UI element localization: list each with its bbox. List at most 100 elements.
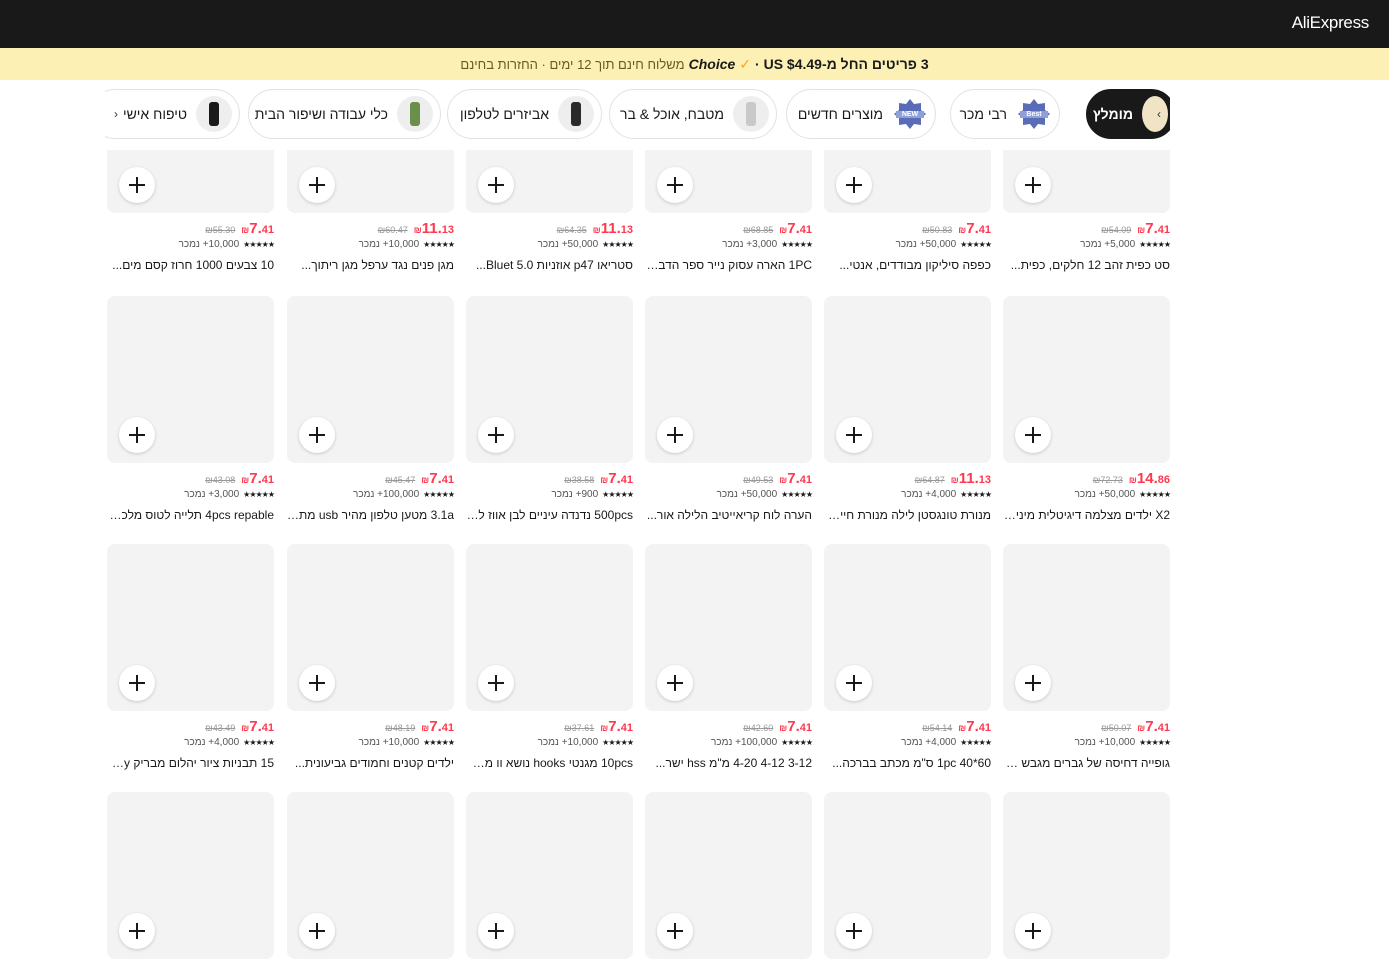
add-to-cart-button[interactable] xyxy=(836,665,872,701)
product-card[interactable]: ₪11.13 ₪64.35 ★★★★★ 50,000+ נמכר סטריאו p47 … xyxy=(466,150,634,272)
product-title[interactable]: כפפה סיליקון מבודדים, אנטי... xyxy=(824,258,991,272)
product-card[interactable]: ₪7.41 ₪49.53 ★★★★★ 50,000+ נמכר הערה לוח קרי… xyxy=(645,296,813,522)
add-to-cart-button[interactable] xyxy=(299,417,335,453)
product-title[interactable]: X2 ילדים מצלמה דיגיטלית מיני יכ... xyxy=(1003,508,1170,522)
add-to-cart-button[interactable] xyxy=(1015,665,1051,701)
product-image[interactable] xyxy=(1003,544,1170,711)
add-to-cart-button[interactable] xyxy=(657,665,693,701)
product-card[interactable]: ₪7.41 ₪38.58 ★★★★★ 900+ נמכר 500pcs נדנדה עי… xyxy=(466,296,634,522)
product-card[interactable]: ₪7.41 ₪54.14 ★★★★★ 4,000+ נמכר 1pc 40*60 ס"מ… xyxy=(824,544,992,770)
product-card[interactable] xyxy=(287,792,454,959)
add-to-cart-button[interactable] xyxy=(299,913,335,949)
add-to-cart-button[interactable] xyxy=(119,417,155,453)
product-image[interactable] xyxy=(645,150,812,213)
add-to-cart-button[interactable] xyxy=(836,417,872,453)
product-title[interactable]: 10pcs מגנטי hooks נושא וו מטען... xyxy=(466,756,633,770)
product-title[interactable]: סטריאו p47 אוזניות Bluet 5.0... xyxy=(466,258,633,272)
product-image[interactable] xyxy=(1003,150,1170,213)
product-image[interactable] xyxy=(287,792,454,959)
product-card[interactable]: ₪14.86 ₪72.73 ★★★★★ 50,000+ נמכר X2 ילדים מצ… xyxy=(1003,296,1171,522)
category-pill[interactable]: אביזרים לטלפון xyxy=(447,89,602,139)
product-image[interactable] xyxy=(287,544,454,711)
product-card[interactable]: ₪7.41 ₪68.85 ★★★★★ 3,000+ נמכר 1PC הארה עסוק… xyxy=(645,150,813,272)
product-title[interactable]: 15 תבניות ציור יהלום מבריק idy... xyxy=(107,756,274,770)
product-card[interactable]: ₪11.13 ₪60.47 ★★★★★ 10,000+ נמכר מגן פנים נג… xyxy=(287,150,455,272)
chevron-left-icon[interactable]: ‹ xyxy=(1148,89,1170,139)
product-title[interactable]: הערה לוח קריאייטיב הלילה אור... xyxy=(645,508,812,522)
add-to-cart-button[interactable] xyxy=(119,167,155,203)
product-card[interactable]: ₪7.41 ₪48.19 ★★★★★ 10,000+ נמכר ילדים קטנים … xyxy=(287,544,455,770)
price-row: ₪7.41 ₪49.53 xyxy=(743,470,812,487)
product-title[interactable]: 3.1a מטען טלפון מהיר usb מתא... xyxy=(287,508,454,522)
product-card[interactable]: ₪7.41 ₪54.09 ★★★★★ 5,000+ נמכר סט כפית זהב 1… xyxy=(1003,150,1171,272)
add-to-cart-button[interactable] xyxy=(299,665,335,701)
product-image[interactable] xyxy=(1003,296,1170,463)
product-card[interactable] xyxy=(1003,792,1170,959)
aliexpress-logo[interactable]: AliExpress xyxy=(1292,13,1370,33)
product-card[interactable]: ₪7.41 ₪43.49 ★★★★★ 4,000+ נמכר 15 תבניות ציו… xyxy=(107,544,275,770)
product-card[interactable] xyxy=(645,792,812,959)
product-image[interactable] xyxy=(824,150,991,213)
add-to-cart-button[interactable] xyxy=(1015,417,1051,453)
product-image[interactable] xyxy=(466,544,633,711)
chevron-right-icon[interactable]: › xyxy=(105,89,127,139)
product-card[interactable]: ₪7.41 ₪37.61 ★★★★★ 10,000+ נמכר 10pcs מגנטי … xyxy=(466,544,634,770)
category-pill[interactable]: NEW מוצרים חדשים xyxy=(786,89,936,139)
product-card[interactable] xyxy=(466,792,633,959)
product-title[interactable]: 1PC הארה עסוק נייר ספר הדבק... xyxy=(645,258,812,272)
add-to-cart-button[interactable] xyxy=(1015,913,1051,949)
choice-banner[interactable]: 3 פריטים החל מ-US $4.49 · ✓ Choice משלוח… xyxy=(0,48,1389,80)
add-to-cart-button[interactable] xyxy=(119,913,155,949)
product-image[interactable] xyxy=(645,792,812,959)
add-to-cart-button[interactable] xyxy=(478,417,514,453)
product-card[interactable]: ₪7.41 ₪43.08 ★★★★★ 3,000+ נמכר 4pcs repable … xyxy=(107,296,275,522)
product-image[interactable] xyxy=(107,150,274,213)
add-to-cart-button[interactable] xyxy=(478,167,514,203)
product-title[interactable]: 3-12 4-12 4-20 מ"מ hss ישר... xyxy=(645,756,812,770)
add-to-cart-button[interactable] xyxy=(836,913,872,949)
product-image[interactable] xyxy=(287,296,454,463)
add-to-cart-button[interactable] xyxy=(657,417,693,453)
product-image[interactable] xyxy=(287,150,454,213)
product-title[interactable]: סט כפית זהב 12 חלקים, כפית... xyxy=(1003,258,1170,272)
product-image[interactable] xyxy=(107,296,274,463)
product-title[interactable]: ילדים קטנים וחמודים גביעונית... xyxy=(287,756,454,770)
product-title[interactable]: 1pc 40*60 ס"מ מכתב בברכה... xyxy=(824,756,991,770)
product-image[interactable] xyxy=(466,296,633,463)
product-card[interactable]: ₪7.41 ₪42.60 ★★★★★ 100,000+ נמכר 3-12 4-12 4… xyxy=(645,544,813,770)
add-to-cart-button[interactable] xyxy=(657,167,693,203)
product-image[interactable] xyxy=(107,792,274,959)
add-to-cart-button[interactable] xyxy=(119,665,155,701)
product-card[interactable] xyxy=(824,792,991,959)
product-card[interactable]: ₪11.13 ₪64.87 ★★★★★ 4,000+ נמכר מנורת טונגסט… xyxy=(824,296,992,522)
product-card[interactable] xyxy=(107,792,274,959)
category-pill[interactable]: מטבח, אוכל & בר xyxy=(609,89,777,139)
add-to-cart-button[interactable] xyxy=(836,167,872,203)
product-title[interactable]: 4pcs repable תלייה לטוס מלכוד... xyxy=(107,508,274,522)
product-image[interactable] xyxy=(824,792,991,959)
category-pill[interactable]: כלי עבודה ושיפור הבית xyxy=(248,89,441,139)
product-title[interactable]: גופייה דחיסה של גברים מגבש טנ... xyxy=(1003,756,1170,770)
product-image[interactable] xyxy=(466,792,633,959)
add-to-cart-button[interactable] xyxy=(657,913,693,949)
product-card[interactable]: ₪7.41 ₪50.07 ★★★★★ 10,000+ נמכר גופייה דחיסה… xyxy=(1003,544,1171,770)
product-image[interactable] xyxy=(645,544,812,711)
product-title[interactable]: מנורת טונגסטן לילה מנורת חיישן... xyxy=(824,508,991,522)
product-title[interactable]: מגן פנים נגד ערפל מגן ריתוך... xyxy=(287,258,454,272)
product-image[interactable] xyxy=(1003,792,1170,959)
product-image[interactable] xyxy=(824,544,991,711)
add-to-cart-button[interactable] xyxy=(478,913,514,949)
product-card[interactable]: ₪7.41 ₪55.30 ★★★★★ 10,000+ נמכר 10 צבעים 100… xyxy=(107,150,275,272)
product-card[interactable]: ₪7.41 ₪45.47 ★★★★★ 100,000+ נמכר 3.1a מטען ט… xyxy=(287,296,455,522)
add-to-cart-button[interactable] xyxy=(299,167,335,203)
add-to-cart-button[interactable] xyxy=(1015,167,1051,203)
product-card[interactable]: ₪7.41 ₪50.83 ★★★★★ 50,000+ נמכר כפפה סיליקון… xyxy=(824,150,992,272)
product-image[interactable] xyxy=(466,150,633,213)
category-pill[interactable]: Best רבי מכר xyxy=(950,89,1060,139)
product-title[interactable]: 10 צבעים 1000 חרוז קסם מים... xyxy=(107,258,274,272)
product-image[interactable] xyxy=(645,296,812,463)
add-to-cart-button[interactable] xyxy=(478,665,514,701)
product-image[interactable] xyxy=(107,544,274,711)
product-image[interactable] xyxy=(824,296,991,463)
product-title[interactable]: 500pcs נדנדה עיניים לבן אווז לבן... xyxy=(466,508,633,522)
